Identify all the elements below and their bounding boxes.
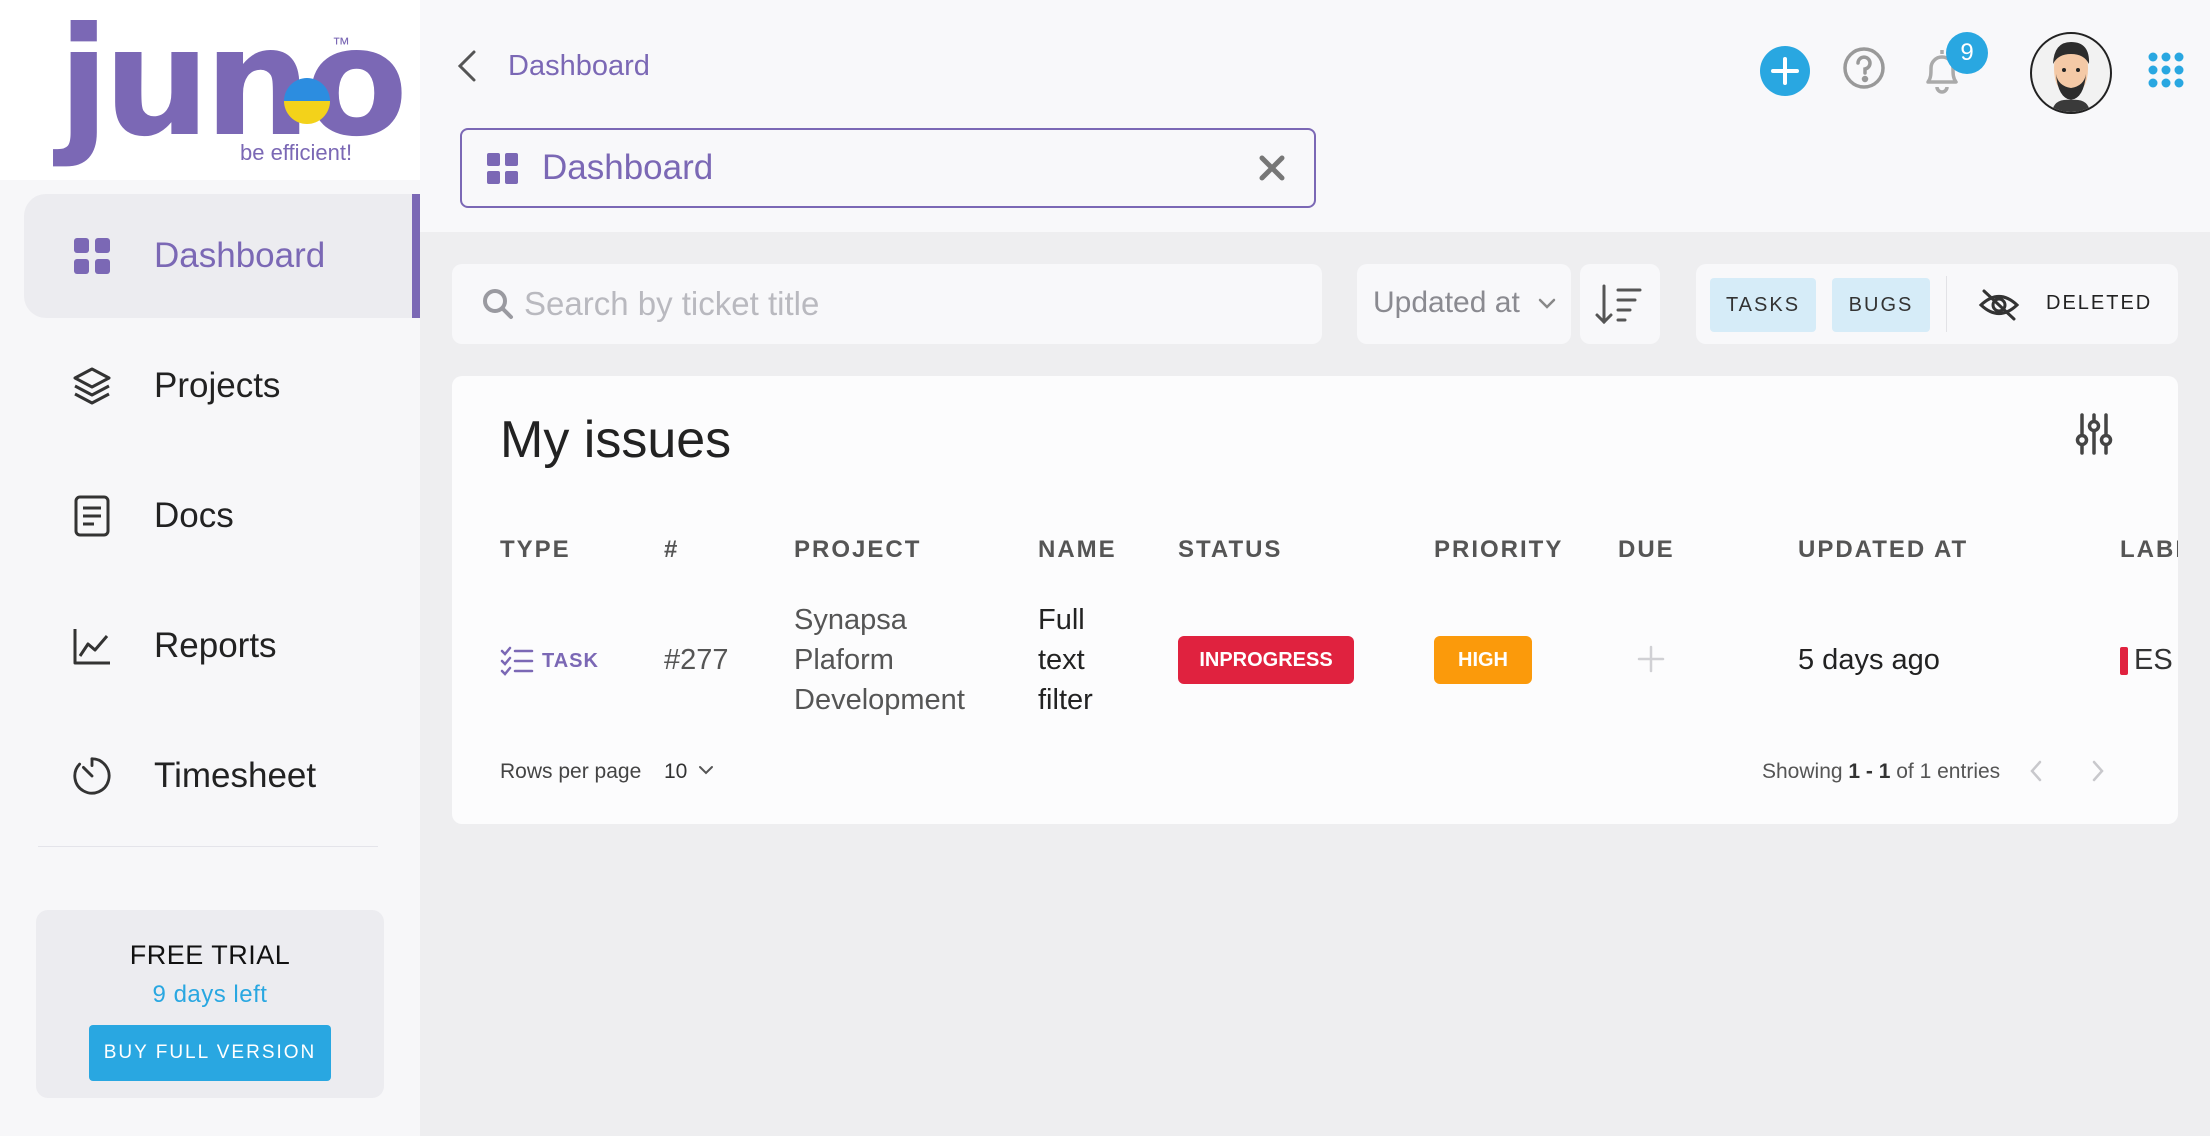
showing-total: 1: [1919, 760, 1932, 783]
column-header-number[interactable]: #: [664, 536, 679, 564]
open-tab-dashboard[interactable]: Dashboard: [460, 128, 1316, 208]
previous-page-icon[interactable]: [2026, 758, 2046, 784]
my-issues-card: My issues TYPE # PROJECT NAME STATUS PRI…: [452, 376, 2178, 824]
breadcrumb[interactable]: Dashboard: [508, 50, 650, 83]
layers-icon: [72, 366, 112, 406]
rows-per-page-label: Rows per page: [500, 760, 642, 783]
sidebar-item-timesheet[interactable]: Timesheet: [24, 714, 420, 838]
logo-wordmark: juno: [58, 0, 408, 170]
sidebar-item-label: Docs: [154, 496, 234, 535]
logo-trademark: ™: [332, 34, 350, 54]
sidebar-item-docs[interactable]: Docs: [24, 454, 420, 578]
logo-tagline: be efficient!: [240, 140, 353, 165]
logo[interactable]: juno ™ be efficient!: [0, 0, 420, 180]
task-list-icon: [500, 646, 534, 676]
plus-icon: [1771, 57, 1799, 85]
card-title: My issues: [500, 411, 732, 469]
back-chevron-icon[interactable]: [452, 48, 482, 84]
add-due-date-icon[interactable]: [1636, 644, 1666, 674]
label-color-bar: [2120, 646, 2128, 675]
type-label: TASK: [542, 649, 599, 672]
type-filters: TASKS BUGS DELETED: [1696, 264, 2178, 344]
search-icon: [483, 289, 513, 319]
filter-divider: [1946, 276, 1947, 332]
column-header-name[interactable]: NAME: [1038, 536, 1117, 564]
show-deleted-toggle[interactable]: DELETED: [1964, 276, 2164, 332]
row-type: TASK: [500, 646, 599, 676]
sidebar-item-label: Projects: [154, 366, 281, 405]
top-bar: Dashboard Dashboard 9: [420, 0, 2210, 232]
rows-per-page-value: 10: [664, 760, 688, 783]
sort-direction-button[interactable]: [1580, 264, 1660, 344]
priority-badge[interactable]: HIGH: [1434, 636, 1532, 684]
sort-descending-icon: [1595, 284, 1642, 325]
column-header-project[interactable]: PROJECT: [794, 536, 921, 564]
row-name[interactable]: Full text filter: [1038, 600, 1128, 720]
help-icon[interactable]: [1842, 46, 1886, 90]
showing-entries: entries: [1931, 760, 2001, 783]
trial-days-left: 9 days left: [152, 981, 268, 1008]
avatar[interactable]: [2030, 32, 2112, 114]
notification-count-badge: 9: [1946, 32, 1988, 74]
filter-bugs-chip[interactable]: BUGS: [1832, 278, 1930, 332]
column-header-type[interactable]: TYPE: [500, 536, 571, 564]
eye-off-icon: [1978, 289, 2020, 321]
create-button[interactable]: [1760, 46, 1810, 96]
row-updated-at: 5 days ago: [1798, 644, 1940, 676]
sort-field-value: Updated at: [1373, 286, 1520, 319]
logo-ukraine-ball: [284, 78, 330, 124]
label-text: ES: [2134, 644, 2173, 676]
close-icon[interactable]: [1256, 152, 1288, 184]
showing-range: 1 - 1: [1848, 760, 1891, 783]
avatar-icon: [2052, 42, 2090, 112]
row-number: #277: [664, 644, 729, 676]
sidebar-item-projects[interactable]: Projects: [24, 324, 420, 448]
sidebar-nav: Dashboard Projects Docs Reports Timeshee…: [24, 194, 420, 844]
column-header-status[interactable]: STATUS: [1178, 536, 1282, 564]
column-header-due[interactable]: DUE: [1618, 536, 1675, 564]
sidebar-item-label: Dashboard: [154, 236, 326, 275]
column-header-updated[interactable]: UPDATED AT: [1798, 536, 1968, 564]
status-badge[interactable]: INPROGRESS: [1178, 636, 1354, 684]
line-chart-icon: [72, 626, 112, 666]
rows-per-page-select[interactable]: 10: [664, 756, 724, 786]
document-icon: [72, 495, 112, 537]
showing-of: of: [1890, 760, 1920, 783]
chevron-down-icon: [1538, 298, 1556, 309]
search-input[interactable]: [524, 278, 1294, 330]
sidebar-item-label: Timesheet: [154, 756, 317, 795]
row-label-chip[interactable]: ES: [2120, 644, 2173, 677]
pagination-summary: Showing 1 - 1 of 1 entries: [1762, 760, 2000, 784]
column-header-labels[interactable]: LABELS: [2120, 536, 2178, 564]
row-project: Synapsa Plaform Development: [794, 604, 965, 716]
showing-prefix: Showing: [1762, 760, 1849, 783]
apps-grid-icon[interactable]: [2148, 52, 2184, 88]
deleted-label: DELETED: [2046, 292, 2153, 314]
search-box: [452, 264, 1322, 344]
sidebar-item-label: Reports: [154, 626, 277, 665]
sort-field-select[interactable]: Updated at: [1357, 264, 1571, 344]
sidebar-item-reports[interactable]: Reports: [24, 584, 420, 708]
sliders-icon[interactable]: [2074, 412, 2114, 456]
sidebar-item-dashboard[interactable]: Dashboard: [24, 194, 420, 318]
open-tab-label: Dashboard: [542, 148, 714, 187]
grid-icon: [487, 153, 518, 184]
free-trial-panel: FREE TRIAL 9 days left BUY FULL VERSION: [36, 910, 384, 1098]
timer-icon: [72, 756, 112, 796]
trial-title: FREE TRIAL: [129, 940, 291, 970]
column-header-priority[interactable]: PRIORITY: [1434, 536, 1563, 564]
buy-full-version-button[interactable]: BUY FULL VERSION: [89, 1025, 331, 1081]
chevron-down-icon: [699, 766, 713, 775]
filter-tasks-chip[interactable]: TASKS: [1710, 278, 1816, 332]
sidebar: juno ™ be efficient! Dashboard Projects …: [0, 0, 420, 1136]
grid-icon: [72, 236, 112, 276]
sidebar-divider: [38, 846, 378, 847]
next-page-icon[interactable]: [2088, 758, 2108, 784]
